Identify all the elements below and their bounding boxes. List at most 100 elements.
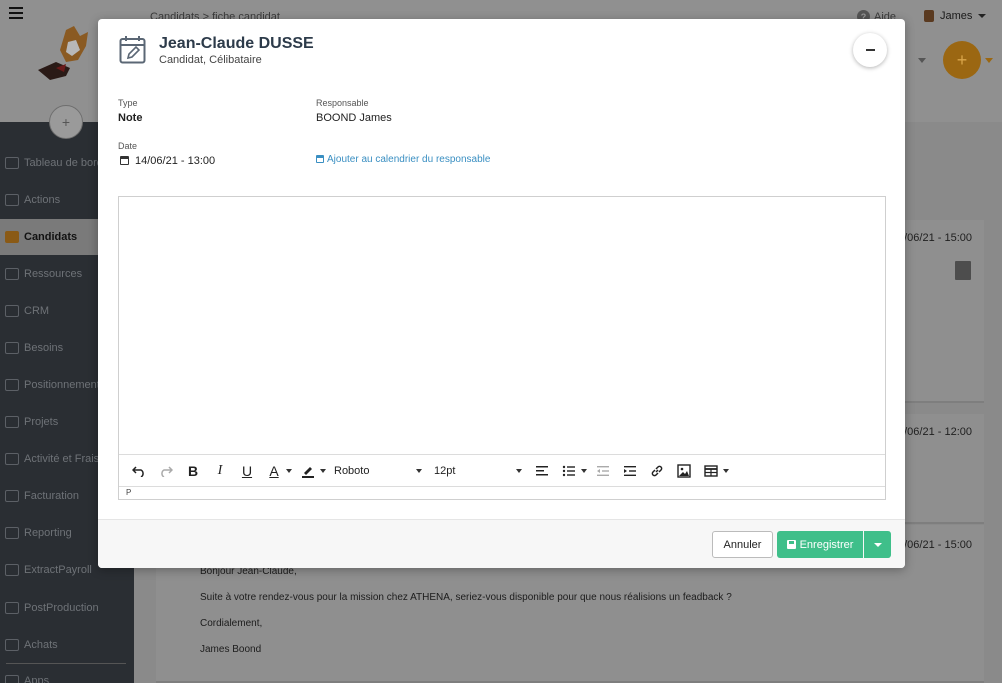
chart-icon xyxy=(5,527,19,539)
align-left-button[interactable] xyxy=(530,459,554,483)
chevron-down-icon[interactable] xyxy=(581,468,587,473)
sidebar-item-label: Achats xyxy=(24,639,58,651)
date-field[interactable]: 14/06/21 - 13:00 xyxy=(120,155,215,167)
sidebar-item-label: Besoins xyxy=(24,342,64,354)
minimize-button[interactable] xyxy=(853,33,887,67)
redo-icon xyxy=(161,465,173,477)
font-size-select[interactable]: 12pt xyxy=(430,459,530,483)
link-icon xyxy=(651,465,663,476)
sidebar-item-label: Projets xyxy=(24,416,59,428)
add-photo-button[interactable]: + xyxy=(49,105,83,139)
email-line: James Boond xyxy=(200,644,262,655)
rich-text-editor: B I U A Roboto 12pt P xyxy=(118,196,886,500)
text-color-icon: A xyxy=(269,462,279,479)
save-label: Enregistrer xyxy=(799,538,854,551)
sidebar-item-label: Reporting xyxy=(24,527,72,539)
sidebar-item-label: Tableau de bord xyxy=(24,157,103,169)
dashboard-icon xyxy=(5,157,19,169)
italic-button[interactable]: I xyxy=(208,459,232,483)
sidebar-item-label: PostProduction xyxy=(24,602,99,614)
modal-title: Jean-Claude DUSSE xyxy=(159,35,314,52)
outdent-icon xyxy=(597,465,609,476)
user-menu[interactable]: James xyxy=(924,10,987,22)
external-icon xyxy=(5,564,19,576)
underline-button[interactable]: U xyxy=(235,459,259,483)
sidebar-item-label: Actions xyxy=(24,194,61,206)
chevron-down-icon[interactable] xyxy=(723,468,729,473)
calculator-icon xyxy=(5,602,19,614)
save-options-button[interactable] xyxy=(864,531,891,558)
indent-icon xyxy=(624,465,636,476)
edit-icon xyxy=(5,194,19,206)
menu-icon[interactable] xyxy=(9,7,23,19)
outdent-button[interactable] xyxy=(591,459,615,483)
bullet-list-button[interactable] xyxy=(557,459,581,483)
chevron-down-icon xyxy=(918,58,926,63)
editor-content-area[interactable] xyxy=(119,197,885,454)
undo-icon xyxy=(132,465,144,477)
sitemap-icon xyxy=(5,305,19,317)
sidebar-item-label: Activité et Frais xyxy=(24,453,100,465)
chevron-down-icon[interactable] xyxy=(286,468,292,473)
chevron-down-icon xyxy=(416,468,422,473)
date-label: Date xyxy=(118,141,138,151)
fox-logo-icon xyxy=(38,26,88,80)
edit-icon xyxy=(5,453,19,465)
floppy-disk-icon xyxy=(786,540,796,549)
add-to-calendar-label: Ajouter au calendrier du responsable xyxy=(327,154,491,165)
briefcase-icon xyxy=(5,416,19,428)
add-to-calendar-link[interactable]: Ajouter au calendrier du responsable xyxy=(316,154,490,165)
table-icon xyxy=(704,464,718,477)
add-button[interactable]: + xyxy=(943,41,981,79)
chevron-down-icon xyxy=(873,542,882,547)
type-value[interactable]: Note xyxy=(118,112,142,124)
sidebar-item-label: ExtractPayroll xyxy=(24,564,92,576)
graduation-cap-icon xyxy=(5,231,19,243)
email-line: Cordialement, xyxy=(200,618,263,629)
file-icon xyxy=(5,490,19,502)
user-name: James xyxy=(940,10,973,22)
font-family-value: Roboto xyxy=(334,464,370,477)
responsable-value[interactable]: BOOND James xyxy=(316,112,392,124)
sidebar-item-label: Apps xyxy=(24,675,50,683)
apps-icon xyxy=(5,675,19,683)
sidebar-item-postproduction[interactable]: PostProduction xyxy=(0,590,134,626)
highlight-color-button[interactable] xyxy=(296,459,320,483)
calendar-edit-icon xyxy=(119,36,146,64)
sidebar-item-apps[interactable]: Apps xyxy=(0,663,134,683)
text-color-button[interactable]: A xyxy=(262,459,286,483)
users-icon xyxy=(5,268,19,280)
sidebar-item-label: CRM xyxy=(24,305,50,317)
bold-button[interactable]: B xyxy=(181,459,205,483)
cart-icon xyxy=(5,639,19,651)
table-button[interactable] xyxy=(699,459,723,483)
chevron-down-icon[interactable] xyxy=(985,58,993,63)
calendar-icon xyxy=(316,155,324,163)
link-button[interactable] xyxy=(645,459,669,483)
date-value: 14/06/21 - 13:00 xyxy=(135,155,216,167)
indent-button[interactable] xyxy=(618,459,642,483)
target-icon xyxy=(5,342,19,354)
redo-button[interactable] xyxy=(154,459,178,483)
font-family-select[interactable]: Roboto xyxy=(330,459,430,483)
italic-icon: I xyxy=(217,462,223,478)
modal-footer: Annuler Enregistrer xyxy=(98,519,905,568)
align-left-icon xyxy=(536,465,548,475)
chevron-down-icon xyxy=(516,468,522,473)
undo-button[interactable] xyxy=(127,459,151,483)
underline-icon: U xyxy=(241,462,253,479)
image-icon xyxy=(677,463,691,478)
image-button[interactable] xyxy=(672,459,696,483)
sidebar-item-label: Facturation xyxy=(24,490,80,502)
save-button[interactable]: Enregistrer xyxy=(777,531,863,558)
editor-toolbar: B I U A Roboto 12pt xyxy=(119,454,885,486)
responsable-label: Responsable xyxy=(316,98,369,108)
document-icon[interactable] xyxy=(955,261,971,280)
avatar xyxy=(924,10,934,22)
sidebar-item-label: Positionnements xyxy=(24,379,106,391)
sidebar-item-achats[interactable]: Achats xyxy=(0,627,134,663)
type-label: Type xyxy=(118,98,138,108)
cancel-button[interactable]: Annuler xyxy=(712,531,773,558)
chevron-down-icon[interactable] xyxy=(320,468,326,473)
sidebar-item-label: Ressources xyxy=(24,268,83,280)
